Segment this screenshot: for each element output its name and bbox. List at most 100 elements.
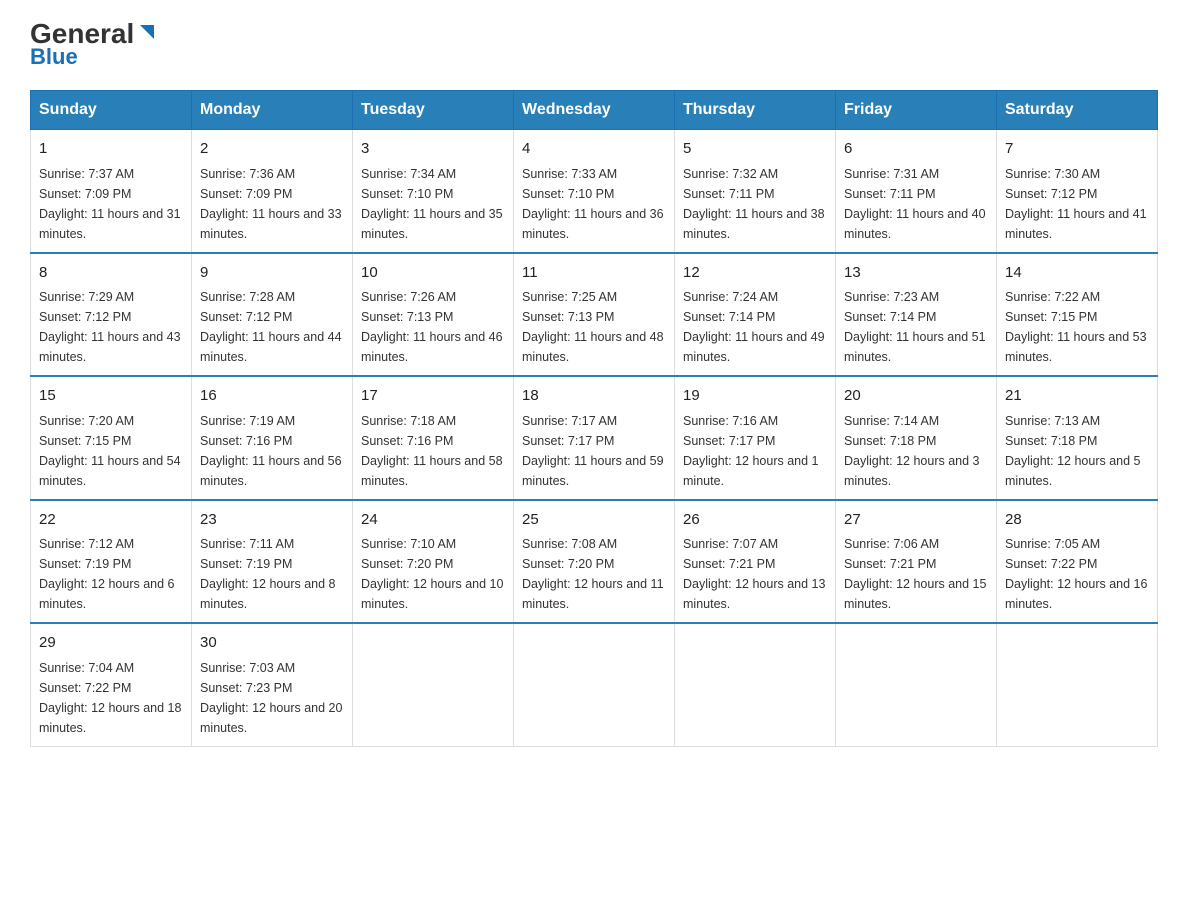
day-number: 12	[683, 262, 827, 285]
day-info: Sunrise: 7:17 AMSunset: 7:17 PMDaylight:…	[522, 411, 666, 491]
day-number: 7	[1005, 138, 1149, 161]
day-number: 3	[361, 138, 505, 161]
day-number: 21	[1005, 385, 1149, 408]
day-info: Sunrise: 7:29 AMSunset: 7:12 PMDaylight:…	[39, 287, 183, 367]
day-info: Sunrise: 7:13 AMSunset: 7:18 PMDaylight:…	[1005, 411, 1149, 491]
day-number: 14	[1005, 262, 1149, 285]
day-number: 30	[200, 632, 344, 655]
day-info: Sunrise: 7:20 AMSunset: 7:15 PMDaylight:…	[39, 411, 183, 491]
day-info: Sunrise: 7:05 AMSunset: 7:22 PMDaylight:…	[1005, 534, 1149, 614]
day-number: 5	[683, 138, 827, 161]
calendar-cell: 7 Sunrise: 7:30 AMSunset: 7:12 PMDaylight…	[997, 130, 1158, 253]
calendar-cell: 24Sunrise: 7:10 AMSunset: 7:20 PMDayligh…	[353, 500, 514, 624]
weekday-header-monday: Monday	[192, 91, 353, 130]
logo-arrow-icon	[136, 21, 158, 43]
calendar-week-row: 15 Sunrise: 7:20 AMSunset: 7:15 PMDayligh…	[31, 376, 1158, 500]
day-info: Sunrise: 7:08 AMSunset: 7:20 PMDaylight:…	[522, 534, 666, 614]
day-number: 24	[361, 509, 505, 532]
calendar-cell: 18 Sunrise: 7:17 AMSunset: 7:17 PMDayligh…	[514, 376, 675, 500]
day-number: 1	[39, 138, 183, 161]
calendar-week-row: 22Sunrise: 7:12 AMSunset: 7:19 PMDayligh…	[31, 500, 1158, 624]
calendar-cell: 3 Sunrise: 7:34 AMSunset: 7:10 PMDaylight…	[353, 130, 514, 253]
day-number: 29	[39, 632, 183, 655]
day-number: 6	[844, 138, 988, 161]
calendar-cell: 20 Sunrise: 7:14 AMSunset: 7:18 PMDayligh…	[836, 376, 997, 500]
logo: General Blue	[30, 20, 158, 70]
calendar-week-row: 8Sunrise: 7:29 AMSunset: 7:12 PMDaylight…	[31, 253, 1158, 377]
calendar-cell	[675, 623, 836, 746]
logo-blue: Blue	[30, 44, 78, 70]
calendar-cell: 9Sunrise: 7:28 AMSunset: 7:12 PMDaylight…	[192, 253, 353, 377]
day-info: Sunrise: 7:31 AMSunset: 7:11 PMDaylight:…	[844, 164, 988, 244]
day-number: 23	[200, 509, 344, 532]
day-info: Sunrise: 7:23 AMSunset: 7:14 PMDaylight:…	[844, 287, 988, 367]
day-info: Sunrise: 7:06 AMSunset: 7:21 PMDaylight:…	[844, 534, 988, 614]
calendar-cell: 30 Sunrise: 7:03 AMSunset: 7:23 PMDayligh…	[192, 623, 353, 746]
calendar-cell: 13Sunrise: 7:23 AMSunset: 7:14 PMDayligh…	[836, 253, 997, 377]
calendar-cell: 4 Sunrise: 7:33 AMSunset: 7:10 PMDaylight…	[514, 130, 675, 253]
calendar-cell: 2Sunrise: 7:36 AMSunset: 7:09 PMDaylight…	[192, 130, 353, 253]
page-header: General Blue	[30, 20, 1158, 70]
calendar-cell: 14Sunrise: 7:22 AMSunset: 7:15 PMDayligh…	[997, 253, 1158, 377]
calendar-cell: 15 Sunrise: 7:20 AMSunset: 7:15 PMDayligh…	[31, 376, 192, 500]
weekday-header-saturday: Saturday	[997, 91, 1158, 130]
day-info: Sunrise: 7:33 AMSunset: 7:10 PMDaylight:…	[522, 164, 666, 244]
day-info: Sunrise: 7:26 AMSunset: 7:13 PMDaylight:…	[361, 287, 505, 367]
day-info: Sunrise: 7:28 AMSunset: 7:12 PMDaylight:…	[200, 287, 344, 367]
day-number: 25	[522, 509, 666, 532]
weekday-header-tuesday: Tuesday	[353, 91, 514, 130]
day-number: 10	[361, 262, 505, 285]
day-info: Sunrise: 7:18 AMSunset: 7:16 PMDaylight:…	[361, 411, 505, 491]
day-number: 15	[39, 385, 183, 408]
day-info: Sunrise: 7:22 AMSunset: 7:15 PMDaylight:…	[1005, 287, 1149, 367]
calendar-cell: 22Sunrise: 7:12 AMSunset: 7:19 PMDayligh…	[31, 500, 192, 624]
calendar-cell: 26Sunrise: 7:07 AMSunset: 7:21 PMDayligh…	[675, 500, 836, 624]
calendar-week-row: 1Sunrise: 7:37 AMSunset: 7:09 PMDaylight…	[31, 130, 1158, 253]
calendar-cell: 6 Sunrise: 7:31 AMSunset: 7:11 PMDaylight…	[836, 130, 997, 253]
day-info: Sunrise: 7:03 AMSunset: 7:23 PMDaylight:…	[200, 658, 344, 738]
day-number: 22	[39, 509, 183, 532]
calendar-cell: 1Sunrise: 7:37 AMSunset: 7:09 PMDaylight…	[31, 130, 192, 253]
day-number: 20	[844, 385, 988, 408]
day-number: 18	[522, 385, 666, 408]
weekday-header-sunday: Sunday	[31, 91, 192, 130]
calendar-cell: 21 Sunrise: 7:13 AMSunset: 7:18 PMDayligh…	[997, 376, 1158, 500]
calendar-cell: 16Sunrise: 7:19 AMSunset: 7:16 PMDayligh…	[192, 376, 353, 500]
day-info: Sunrise: 7:16 AMSunset: 7:17 PMDaylight:…	[683, 411, 827, 491]
day-info: Sunrise: 7:32 AMSunset: 7:11 PMDaylight:…	[683, 164, 827, 244]
calendar-cell: 25Sunrise: 7:08 AMSunset: 7:20 PMDayligh…	[514, 500, 675, 624]
calendar-cell	[514, 623, 675, 746]
day-info: Sunrise: 7:30 AMSunset: 7:12 PMDaylight:…	[1005, 164, 1149, 244]
weekday-header-friday: Friday	[836, 91, 997, 130]
weekday-header-wednesday: Wednesday	[514, 91, 675, 130]
calendar-cell	[997, 623, 1158, 746]
day-number: 11	[522, 262, 666, 285]
day-info: Sunrise: 7:04 AMSunset: 7:22 PMDaylight:…	[39, 658, 183, 738]
day-number: 26	[683, 509, 827, 532]
day-info: Sunrise: 7:34 AMSunset: 7:10 PMDaylight:…	[361, 164, 505, 244]
day-number: 4	[522, 138, 666, 161]
calendar-cell: 12Sunrise: 7:24 AMSunset: 7:14 PMDayligh…	[675, 253, 836, 377]
weekday-header-thursday: Thursday	[675, 91, 836, 130]
day-number: 28	[1005, 509, 1149, 532]
calendar-week-row: 29 Sunrise: 7:04 AMSunset: 7:22 PMDayligh…	[31, 623, 1158, 746]
day-info: Sunrise: 7:19 AMSunset: 7:16 PMDaylight:…	[200, 411, 344, 491]
calendar-cell	[353, 623, 514, 746]
calendar-table: SundayMondayTuesdayWednesdayThursdayFrid…	[30, 90, 1158, 747]
calendar-cell	[836, 623, 997, 746]
day-number: 19	[683, 385, 827, 408]
calendar-cell: 27Sunrise: 7:06 AMSunset: 7:21 PMDayligh…	[836, 500, 997, 624]
day-number: 8	[39, 262, 183, 285]
day-info: Sunrise: 7:11 AMSunset: 7:19 PMDaylight:…	[200, 534, 344, 614]
calendar-cell: 17Sunrise: 7:18 AMSunset: 7:16 PMDayligh…	[353, 376, 514, 500]
calendar-cell: 19 Sunrise: 7:16 AMSunset: 7:17 PMDayligh…	[675, 376, 836, 500]
calendar-cell: 11Sunrise: 7:25 AMSunset: 7:13 PMDayligh…	[514, 253, 675, 377]
day-number: 13	[844, 262, 988, 285]
calendar-cell: 5 Sunrise: 7:32 AMSunset: 7:11 PMDaylight…	[675, 130, 836, 253]
calendar-cell: 29 Sunrise: 7:04 AMSunset: 7:22 PMDayligh…	[31, 623, 192, 746]
day-number: 27	[844, 509, 988, 532]
day-info: Sunrise: 7:36 AMSunset: 7:09 PMDaylight:…	[200, 164, 344, 244]
day-info: Sunrise: 7:24 AMSunset: 7:14 PMDaylight:…	[683, 287, 827, 367]
day-info: Sunrise: 7:14 AMSunset: 7:18 PMDaylight:…	[844, 411, 988, 491]
day-info: Sunrise: 7:25 AMSunset: 7:13 PMDaylight:…	[522, 287, 666, 367]
